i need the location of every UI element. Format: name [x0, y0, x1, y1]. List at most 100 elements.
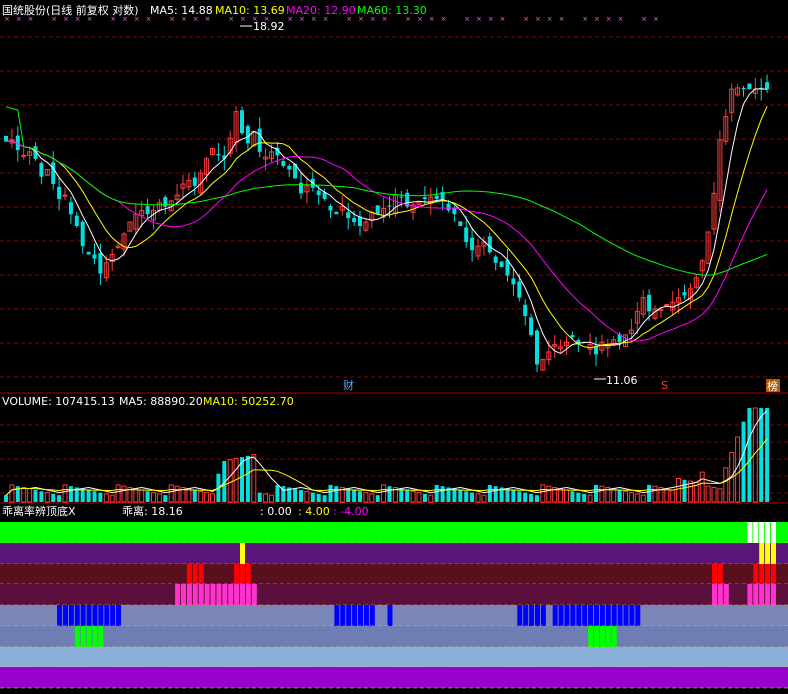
- top-marker: ×: [299, 15, 305, 23]
- volume-bar: [647, 484, 652, 502]
- bang-marker: 榜: [767, 379, 778, 393]
- candle-body: [287, 165, 292, 170]
- volume-bar: [670, 489, 676, 503]
- top-marker: ×: [405, 15, 411, 23]
- indicator-mark: [63, 605, 68, 626]
- indicator-mark: [611, 626, 617, 647]
- volume-bar: [505, 488, 510, 502]
- volume-ma5-readout: MA5: 88890.20: [119, 395, 203, 408]
- indicator-name: 乖离率辨顶底X: [2, 504, 76, 518]
- volume-bar: [387, 486, 392, 502]
- s-marker: S: [661, 379, 668, 392]
- indicator-mark: [599, 605, 605, 626]
- volume-bar: [269, 494, 274, 503]
- indicator-mark: [387, 605, 393, 626]
- candle-body: [334, 211, 339, 215]
- candle-body: [458, 221, 463, 226]
- indicator-mark: [623, 605, 629, 626]
- indicator-mark: [717, 584, 723, 605]
- volume-bar: [652, 485, 658, 503]
- indicator-mark: [346, 605, 352, 626]
- indicator-mark: [570, 605, 576, 626]
- volume-bar: [210, 493, 215, 503]
- volume-bar: [664, 488, 670, 503]
- indicator-mark: [771, 522, 776, 543]
- indicator-mark: [535, 605, 540, 626]
- indicator-mark: [552, 605, 558, 626]
- indicator-mark: [759, 522, 765, 543]
- volume-bar: [517, 491, 522, 502]
- indicator-mark: [599, 626, 605, 647]
- candle-body: [499, 261, 504, 268]
- indicator-mark: [529, 605, 535, 626]
- top-marker: ×: [358, 15, 364, 23]
- indicator-mark: [104, 605, 110, 626]
- candle-body: [387, 205, 392, 207]
- volume-bar: [151, 492, 156, 503]
- top-marker: ×: [122, 15, 128, 23]
- indicator-mark: [369, 605, 375, 626]
- candle-body: [346, 212, 351, 219]
- indicator-mark: [116, 605, 122, 626]
- indicator-mark: [765, 584, 771, 605]
- chart-canvas: 国统股份(日线 前复权 对数) MA5: 14.88 MA10: 13.69 MA20…: [0, 3, 788, 689]
- volume-bar: [464, 491, 469, 502]
- volume-bar: [470, 492, 475, 502]
- indicator-mark: [753, 584, 759, 605]
- top-marker: ×: [382, 15, 388, 23]
- indicator-mark: [216, 584, 222, 605]
- candle-body: [62, 194, 68, 197]
- candle-body: [446, 203, 451, 211]
- top-marker: ×: [287, 15, 293, 23]
- indicator-mark: [358, 605, 363, 626]
- indicator-mark: [245, 564, 251, 584]
- indicator-mark: [588, 605, 594, 626]
- volume-bar: [322, 495, 327, 502]
- volume-bar: [334, 486, 339, 502]
- volume-bar: [717, 488, 723, 503]
- volume-bar: [587, 494, 593, 503]
- top-marker: ×: [169, 15, 175, 23]
- volume-bar: [765, 408, 770, 502]
- volume-bar: [33, 490, 38, 502]
- indicator-row-4: [0, 584, 788, 605]
- indicator-row-7: [0, 647, 788, 667]
- indicator-row-2: [0, 543, 788, 564]
- volume-bar: [741, 421, 746, 502]
- indicator-mark: [765, 543, 771, 564]
- volume-bar: [251, 454, 257, 503]
- indicator-mark: [717, 564, 723, 584]
- candle-body: [39, 163, 44, 177]
- indicator-mark: [192, 564, 198, 584]
- volume-bar: [328, 484, 333, 502]
- volume-bar: [121, 485, 127, 503]
- volume-bar: [156, 493, 162, 503]
- indicator-mark: [712, 584, 717, 605]
- indicator-mark: [92, 626, 98, 647]
- indicator-mark: [240, 564, 245, 584]
- candle-body: [57, 186, 62, 199]
- volume-bar: [145, 491, 150, 502]
- top-marker: ×: [346, 15, 352, 23]
- volume-bar: [705, 485, 711, 503]
- volume-bar: [245, 455, 250, 502]
- top-marker: ×: [535, 15, 541, 23]
- candle-body: [145, 206, 150, 215]
- volume-bar: [363, 492, 369, 503]
- indicator-mark: [629, 605, 635, 626]
- indicator-row-1: [0, 522, 788, 543]
- top-marker: ×: [559, 15, 565, 23]
- volume-bar: [405, 490, 410, 502]
- indicator-mark: [240, 584, 245, 605]
- indicator-mark: [582, 605, 588, 626]
- indicator-row-3: [0, 564, 788, 584]
- candle-body: [51, 162, 56, 185]
- indicator-mark: [771, 543, 776, 564]
- indicator-mark: [564, 605, 570, 626]
- top-marker: ×: [181, 15, 187, 23]
- volume-bar: [452, 488, 457, 502]
- indicator-mark: [712, 564, 717, 584]
- volume-bar: [546, 485, 552, 503]
- top-marker: ×: [323, 15, 329, 23]
- volume-bar: [86, 490, 91, 502]
